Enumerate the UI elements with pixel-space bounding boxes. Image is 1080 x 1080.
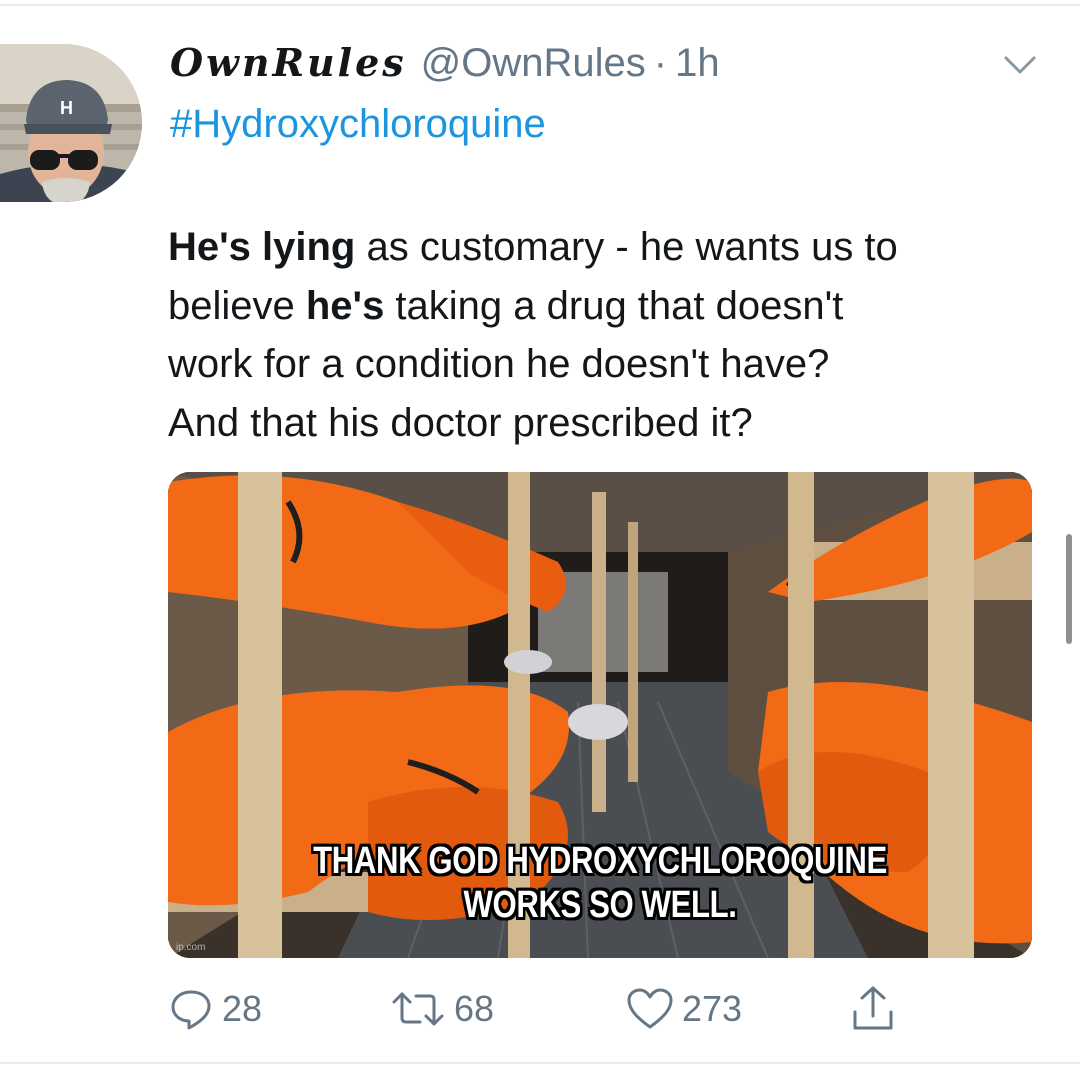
retweet-icon [392,992,444,1026]
top-divider [0,4,1080,6]
tweet-text-segment: taking a drug that doesn't [384,283,844,328]
tweet-text-segment: And that his doctor prescribed it? [168,400,753,445]
user-handle[interactable]: @OwnRules [421,41,646,86]
tweet-text-bold: He's lying [168,225,356,269]
tweet-text-segment: as customary - he wants us to [355,225,898,269]
meme-caption-line-2: WORKS SO WELL. [463,884,737,926]
retweet-count: 68 [454,988,495,1029]
display-name[interactable]: OwnRules [170,40,407,85]
timestamp[interactable]: 1h [675,41,720,86]
meme-caption-line-1: THANK GOD HYDROXYCHLOROQUINE [313,840,887,882]
tweet-text-segment: believe [168,283,306,328]
avatar[interactable]: H [0,44,142,202]
tweet-text-line: He's lying as customary - he wants us to [168,218,1048,277]
bottom-divider [0,1062,1080,1064]
tweet-header: OwnRules @OwnRules · 1h [170,40,720,96]
tweet-text-segment: work for a condition he doesn't have? [168,342,830,386]
tweet-text-bold: he's [305,283,385,328]
retweet-button[interactable]: 68 [390,984,494,1034]
tweet-actions: 28 68 273 [168,984,928,1034]
scrollbar[interactable] [1066,534,1072,644]
share-icon [853,986,893,1030]
heart-icon [627,988,673,1029]
avatar-photo: H [0,44,142,202]
tweet-text-line: believe he's taking a drug that doesn't [168,277,1048,336]
hashtag-link[interactable]: #Hydroxychloroquine [170,102,546,147]
tweet-media[interactable]: THANK GOD HYDROXYCHLOROQUINE WORKS SO WE… [168,472,1032,958]
reply-icon [171,990,211,1030]
tweet-text-line: And that his doctor prescribed it? [168,394,1048,453]
reply-count: 28 [222,988,263,1029]
tweet-text: He's lying as customary - he wants us to… [168,218,1048,452]
header-separator: · [653,41,668,85]
reply-button[interactable]: 28 [168,984,262,1034]
chevron-down-icon[interactable] [1000,50,1040,80]
share-button[interactable] [850,984,896,1034]
like-count: 273 [682,988,743,1029]
image-watermark: ip.com [176,942,206,953]
like-button[interactable]: 273 [626,984,742,1034]
svg-text:H: H [60,98,73,118]
tweet-text-line: work for a condition he doesn't have? [168,335,1048,394]
